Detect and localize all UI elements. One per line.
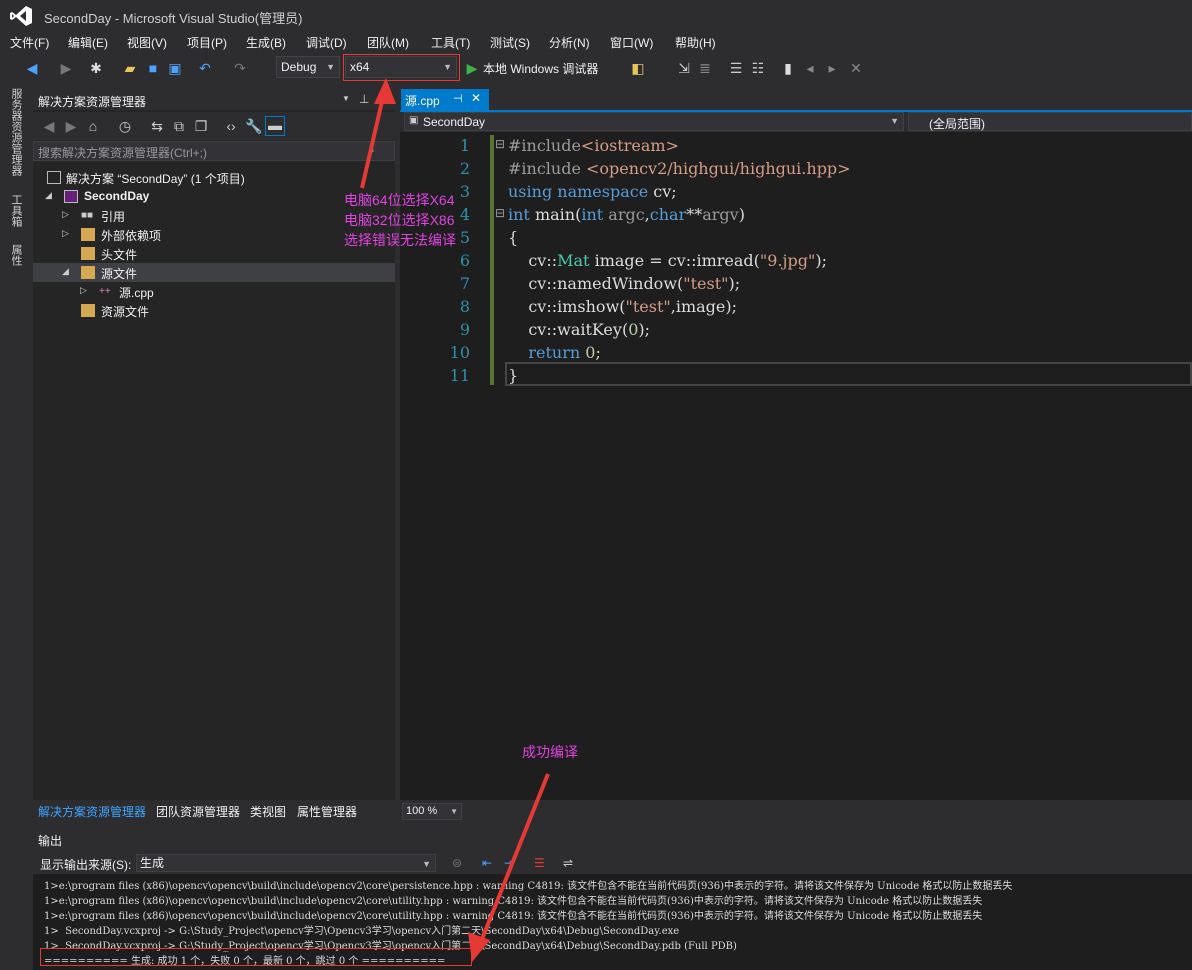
annotation-note-32bit: 电脑32位选择X86 [344,212,455,228]
arrow-head-icon [374,78,396,104]
annotation-note-success: 成功编译 [522,744,578,760]
arrow-head-icon [468,932,490,962]
arrow-to-build-result-icon [474,773,550,955]
annotation-arrows [360,78,550,962]
annotation-note-error: 选择错误无法编译 [344,232,456,248]
annotation-note-64bit: 电脑64位选择X64 [344,192,455,208]
